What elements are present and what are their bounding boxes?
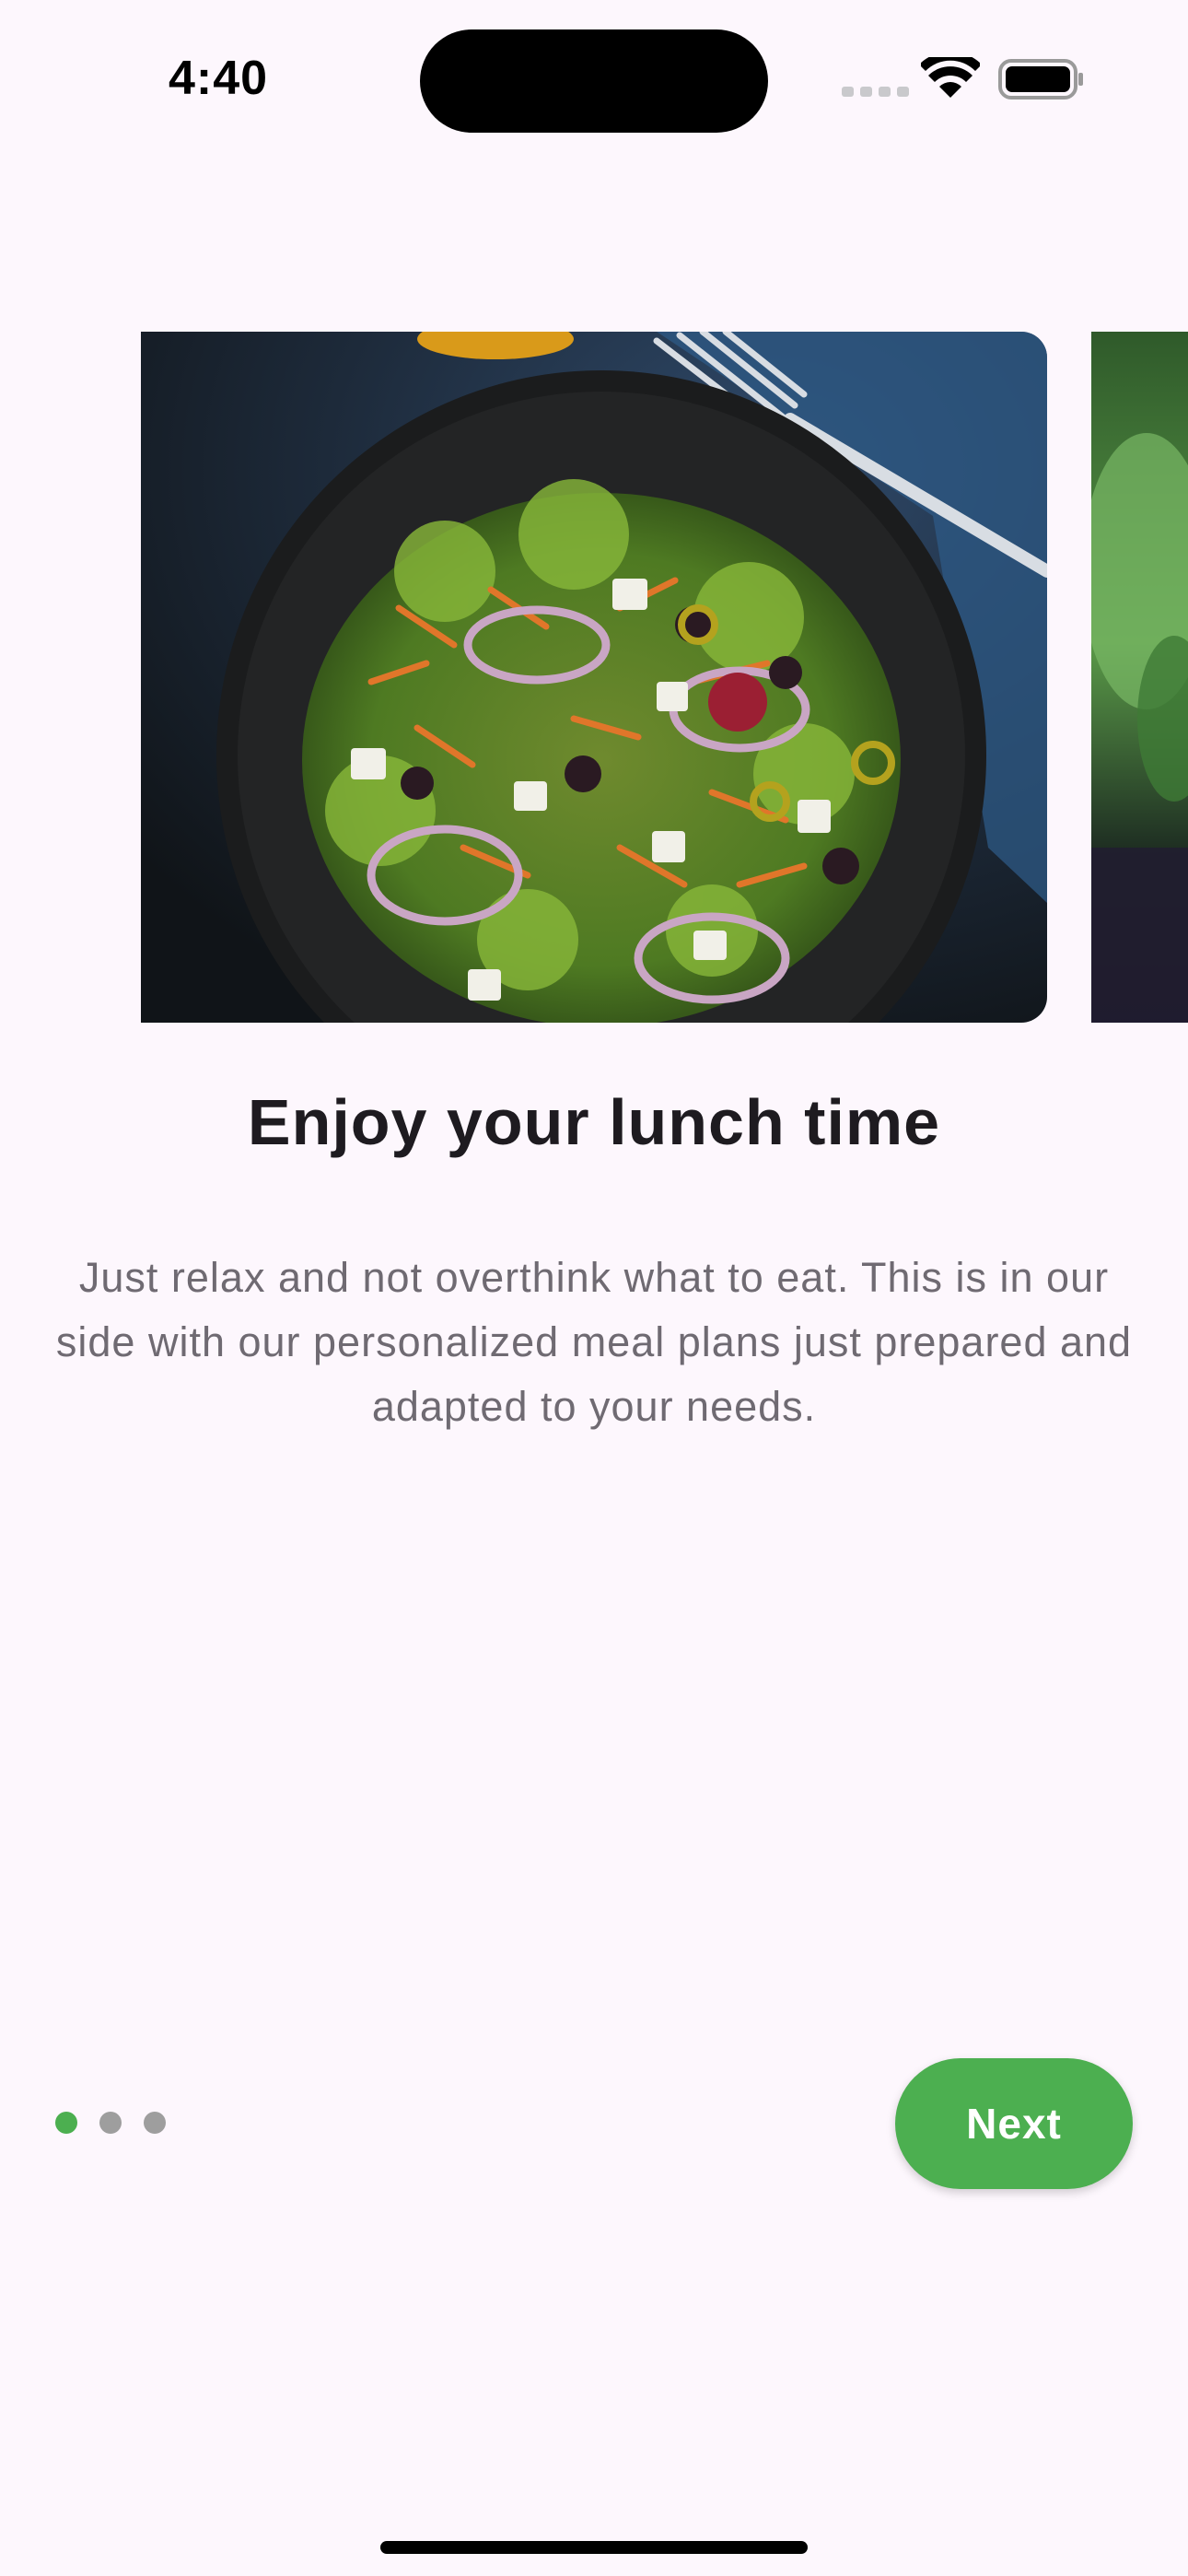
wifi-icon — [921, 57, 980, 98]
page-indicator — [55, 2112, 166, 2134]
onboarding-title: Enjoy your lunch time — [247, 1086, 941, 1158]
home-indicator[interactable] — [380, 2541, 808, 2554]
status-time: 4:40 — [169, 52, 269, 105]
battery-icon — [998, 59, 1083, 100]
page-dot-3[interactable] — [144, 2112, 166, 2134]
dynamic-island — [420, 29, 768, 133]
salad-bowl-image — [141, 332, 1047, 1023]
page-dot-2[interactable] — [99, 2112, 122, 2134]
onboarding-description: Just relax and not overthink what to eat… — [55, 1254, 1133, 1430]
page-dot-1[interactable] — [55, 2112, 77, 2134]
cellular-signal-icon — [842, 87, 909, 97]
next-button[interactable]: Next — [895, 2058, 1133, 2189]
next-slide-image — [1091, 332, 1188, 1023]
onboarding-carousel[interactable] — [0, 332, 1188, 1023]
